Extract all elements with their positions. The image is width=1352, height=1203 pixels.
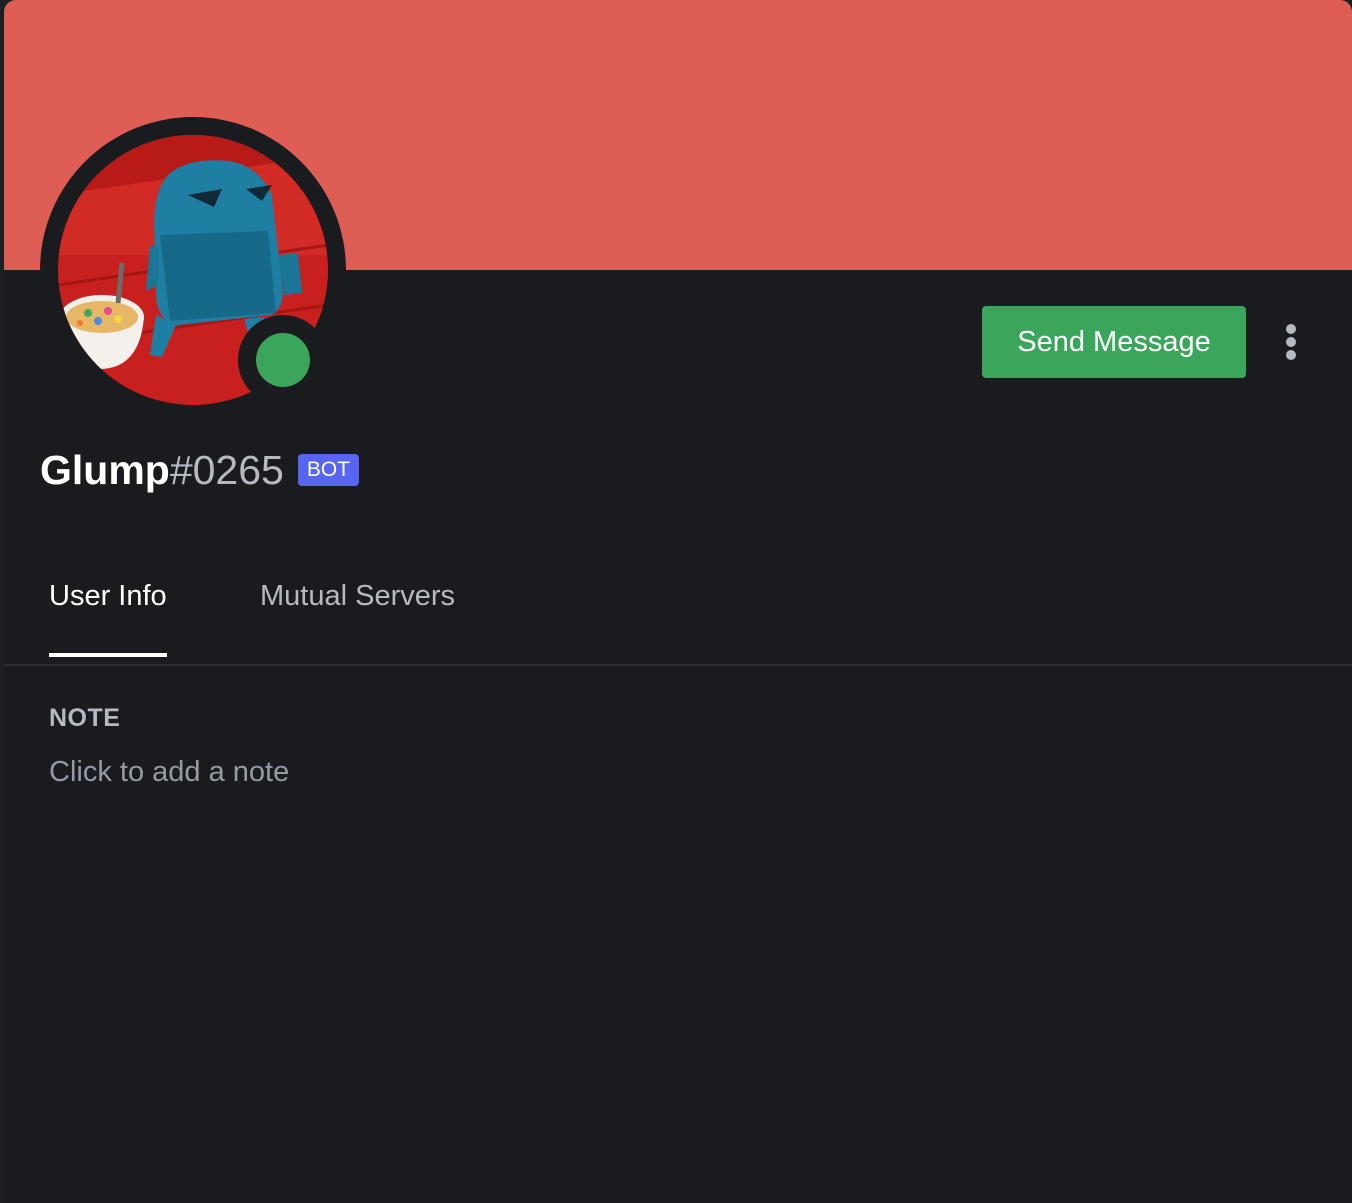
online-status-icon: [256, 333, 310, 387]
note-input[interactable]: Click to add a note: [49, 756, 649, 789]
send-message-button[interactable]: Send Message: [982, 306, 1246, 378]
status-indicator: [238, 315, 328, 405]
avatar-container: [40, 117, 346, 423]
more-dot: [1286, 324, 1296, 334]
username: Glump: [40, 446, 170, 493]
user-profile-modal: Send Message Glump #0265 BOT User Info M…: [4, 0, 1352, 1203]
more-dot: [1286, 337, 1296, 347]
profile-tabs: User Info Mutual Servers: [4, 560, 1352, 666]
more-vertical-icon[interactable]: [1274, 318, 1308, 366]
bot-badge: BOT: [297, 454, 360, 486]
tab-user-info[interactable]: User Info: [49, 580, 167, 657]
tab-mutual-servers[interactable]: Mutual Servers: [260, 580, 455, 613]
name-row: Glump #0265 BOT: [40, 440, 360, 500]
discriminator: #0265: [169, 446, 284, 493]
note-heading: NOTE: [49, 704, 121, 732]
more-dot: [1286, 350, 1296, 360]
